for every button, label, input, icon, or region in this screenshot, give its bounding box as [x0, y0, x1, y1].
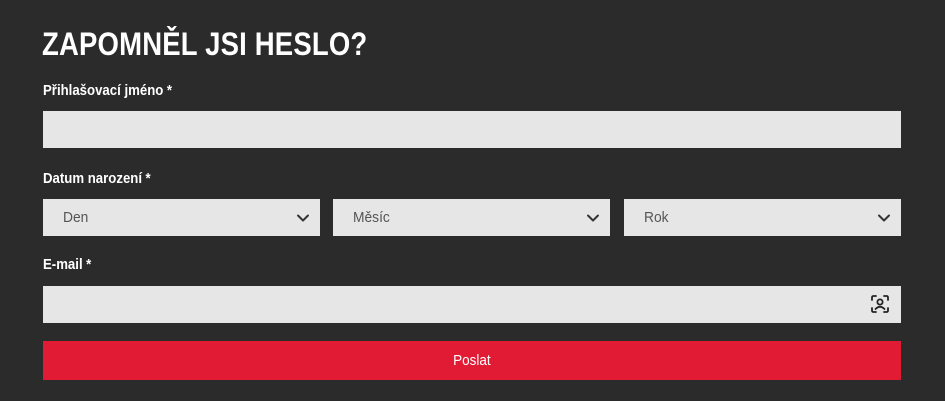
username-label: Přihlašovací jméno *	[43, 82, 172, 100]
submit-button-label: Poslat	[453, 352, 491, 369]
day-select[interactable]: Den	[43, 199, 320, 236]
chevron-down-icon	[297, 214, 309, 221]
required-mark: *	[145, 170, 151, 187]
chevron-down-icon	[587, 214, 599, 221]
forgot-password-page: ZAPOMNĚL JSI HESLO? Přihlašovací jméno * …	[0, 0, 945, 401]
required-mark: *	[166, 82, 172, 99]
year-select-value: Rok	[644, 209, 669, 226]
month-select-value: Měsíc	[353, 209, 390, 226]
contact-card-icon[interactable]	[869, 293, 891, 315]
year-select[interactable]: Rok	[624, 199, 901, 236]
username-input[interactable]	[43, 111, 901, 148]
day-select-value: Den	[63, 209, 89, 226]
required-mark: *	[86, 256, 92, 273]
page-title: ZAPOMNĚL JSI HESLO?	[42, 26, 368, 62]
submit-button[interactable]: Poslat	[43, 341, 901, 380]
email-label-text: E-mail	[43, 256, 83, 273]
birthdate-label-text: Datum narození	[43, 170, 143, 187]
month-select[interactable]: Měsíc	[333, 199, 610, 236]
email-label: E-mail *	[43, 256, 91, 274]
chevron-down-icon	[878, 214, 890, 221]
username-label-text: Přihlašovací jméno	[43, 82, 164, 99]
email-input[interactable]	[43, 286, 901, 323]
birthdate-label: Datum narození *	[43, 170, 151, 188]
